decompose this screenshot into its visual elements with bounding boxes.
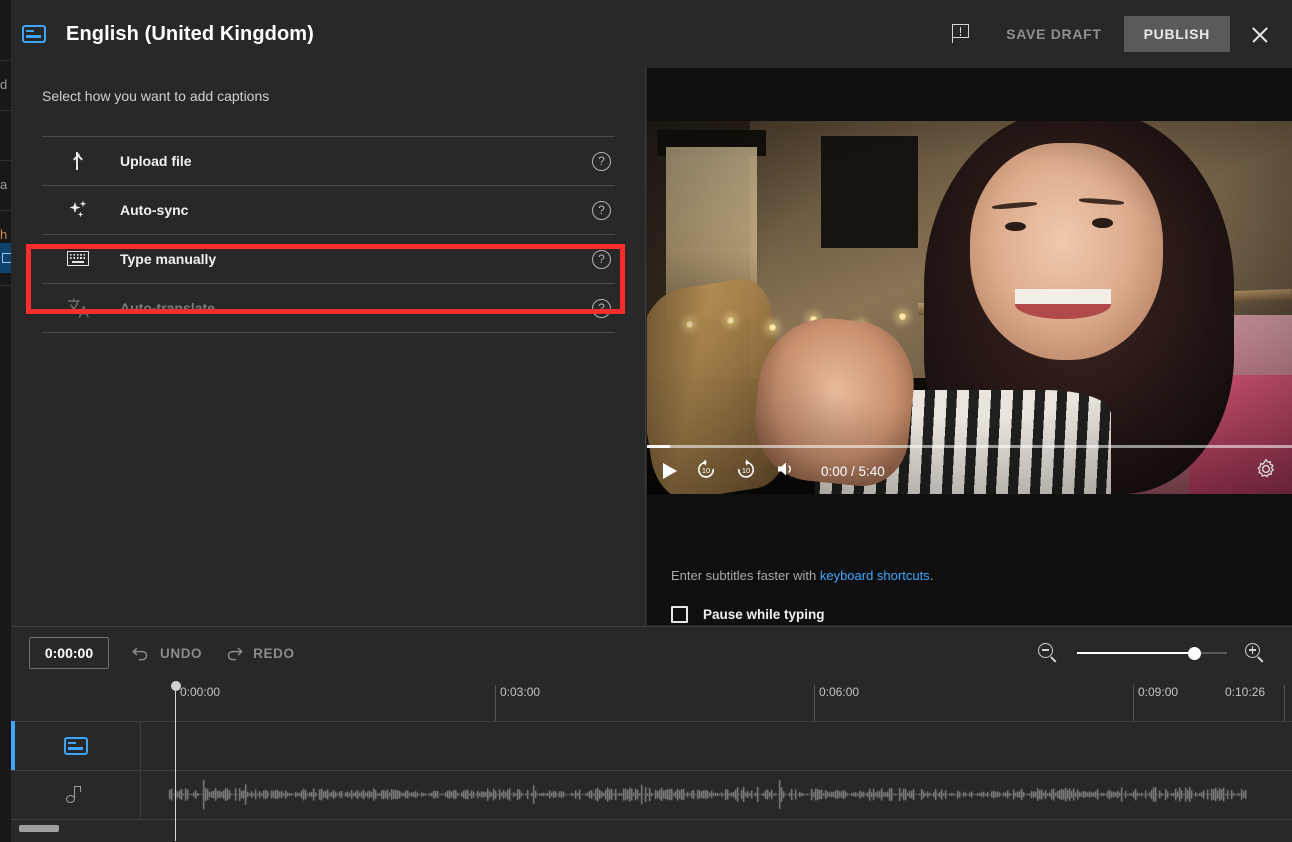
video-frame-content: RUNES	[647, 121, 1292, 494]
ruler-label: 0:09:00	[1138, 685, 1179, 699]
closed-caption-icon	[22, 25, 46, 43]
svg-text:10: 10	[742, 466, 750, 475]
play-icon[interactable]	[663, 463, 677, 479]
zoom-out-icon[interactable]	[1038, 642, 1059, 664]
timeline-toolbar: 0:00:00 UNDO REDO	[11, 627, 1292, 679]
audio-track-header[interactable]	[11, 770, 141, 819]
caption-method-list: Upload file ? Auto-sync ? Type manually …	[42, 136, 615, 333]
zoom-controls	[1038, 642, 1266, 664]
option-auto-sync[interactable]: Auto-sync ?	[42, 186, 615, 234]
upload-arrow-icon	[66, 149, 94, 173]
help-icon-type-manually[interactable]: ?	[592, 249, 611, 269]
ruler-label: 0:06:00	[819, 685, 860, 699]
horizontal-scrollbar[interactable]	[19, 825, 59, 832]
page-title: English (United Kingdom)	[66, 22, 314, 45]
save-draft-button[interactable]: SAVE DRAFT	[992, 17, 1115, 51]
keyboard-icon	[66, 247, 94, 271]
timeline-ruler[interactable]: 0:00:00 0:03:00 0:06:00 0:09:00 0:10:26	[11, 679, 1292, 722]
header-left-group: English (United Kingdom)	[11, 23, 314, 46]
translate-icon	[66, 296, 94, 320]
keyboard-shortcuts-link[interactable]: keyboard shortcuts	[820, 568, 930, 583]
redo-label: REDO	[253, 645, 295, 661]
subtitles-track-header[interactable]	[11, 721, 141, 770]
option-label: Auto-sync	[120, 202, 189, 218]
volume-icon[interactable]	[775, 459, 797, 484]
rewind-10-icon[interactable]: 10	[695, 458, 717, 485]
timeline-tracks	[11, 721, 1292, 821]
subtitles-editor-dialog: English (United Kingdom) SAVE DRAFT PUBL…	[11, 0, 1292, 842]
ruler-label-end: 0:10:26	[1225, 685, 1266, 699]
option-auto-translate: Auto-translate ?	[42, 284, 615, 332]
keyboard-shortcuts-hint: Enter subtitles faster with keyboard sho…	[671, 568, 933, 583]
undo-arrow-icon	[132, 647, 148, 661]
redo-button[interactable]: REDO	[224, 644, 294, 662]
pause-while-typing-checkbox[interactable]	[671, 606, 688, 623]
header-actions: SAVE DRAFT PUBLISH	[950, 14, 1292, 54]
settings-gear-icon[interactable]	[1254, 457, 1278, 486]
ruler-label: 0:03:00	[500, 685, 541, 699]
hint-text-after: .	[929, 568, 934, 583]
divider	[42, 332, 615, 333]
video-controls: 10 10 0:00 / 5:40	[647, 448, 1292, 494]
panel-subtitle: Select how you want to add captions	[42, 88, 270, 104]
ruler-label: 0:00:00	[180, 685, 221, 699]
music-note-icon	[65, 785, 86, 805]
option-label: Type manually	[120, 251, 217, 267]
help-icon-upload-file[interactable]: ?	[592, 151, 611, 171]
caption-method-panel: Select how you want to add captions Uplo…	[11, 68, 646, 625]
video-time-display: 0:00 / 5:40	[821, 463, 885, 479]
timeline-panel: 0:00:00 UNDO REDO 0:00:00 0:03:00 0:06:0…	[11, 626, 1292, 842]
pause-while-typing-label: Pause while typing	[703, 607, 825, 622]
playhead-knob[interactable]	[170, 681, 181, 691]
undo-button[interactable]: UNDO	[131, 644, 202, 662]
close-icon[interactable]	[1240, 14, 1280, 54]
dialog-header: English (United Kingdom) SAVE DRAFT PUBL…	[11, 0, 1292, 69]
help-icon-auto-sync[interactable]: ?	[592, 200, 611, 220]
zoom-in-icon[interactable]	[1245, 642, 1266, 664]
timeline-playhead[interactable]	[170, 681, 181, 841]
video-preview-panel: RUNES	[647, 68, 1292, 625]
subtitles-track[interactable]	[11, 721, 1292, 771]
undo-label: UNDO	[160, 645, 203, 661]
audio-track-body[interactable]	[141, 770, 1292, 819]
option-label: Auto-translate	[120, 300, 215, 316]
publish-button[interactable]: PUBLISH	[1123, 16, 1230, 52]
pause-while-typing-checkbox-row[interactable]: Pause while typing	[671, 606, 825, 623]
redo-arrow-icon	[227, 647, 243, 661]
video-player[interactable]: RUNES	[647, 121, 1292, 494]
help-icon-auto-translate[interactable]: ?	[592, 298, 611, 318]
send-feedback-icon[interactable]	[950, 23, 972, 45]
option-type-manually[interactable]: Type manually ?	[42, 235, 615, 283]
subtitles-track-body[interactable]	[141, 721, 1292, 770]
closed-caption-icon	[63, 736, 88, 755]
hint-text-before: Enter subtitles faster with	[671, 568, 820, 583]
audio-track[interactable]	[11, 770, 1292, 820]
zoom-slider[interactable]	[1077, 646, 1227, 660]
timecode-input[interactable]: 0:00:00	[29, 637, 109, 669]
sparkles-icon	[66, 198, 94, 222]
forward-10-icon[interactable]: 10	[735, 458, 757, 485]
audio-waveform	[141, 770, 1292, 819]
option-label: Upload file	[120, 153, 192, 169]
ruler-tick	[1284, 685, 1285, 721]
svg-text:10: 10	[702, 466, 710, 475]
option-upload-file[interactable]: Upload file ?	[42, 137, 615, 185]
